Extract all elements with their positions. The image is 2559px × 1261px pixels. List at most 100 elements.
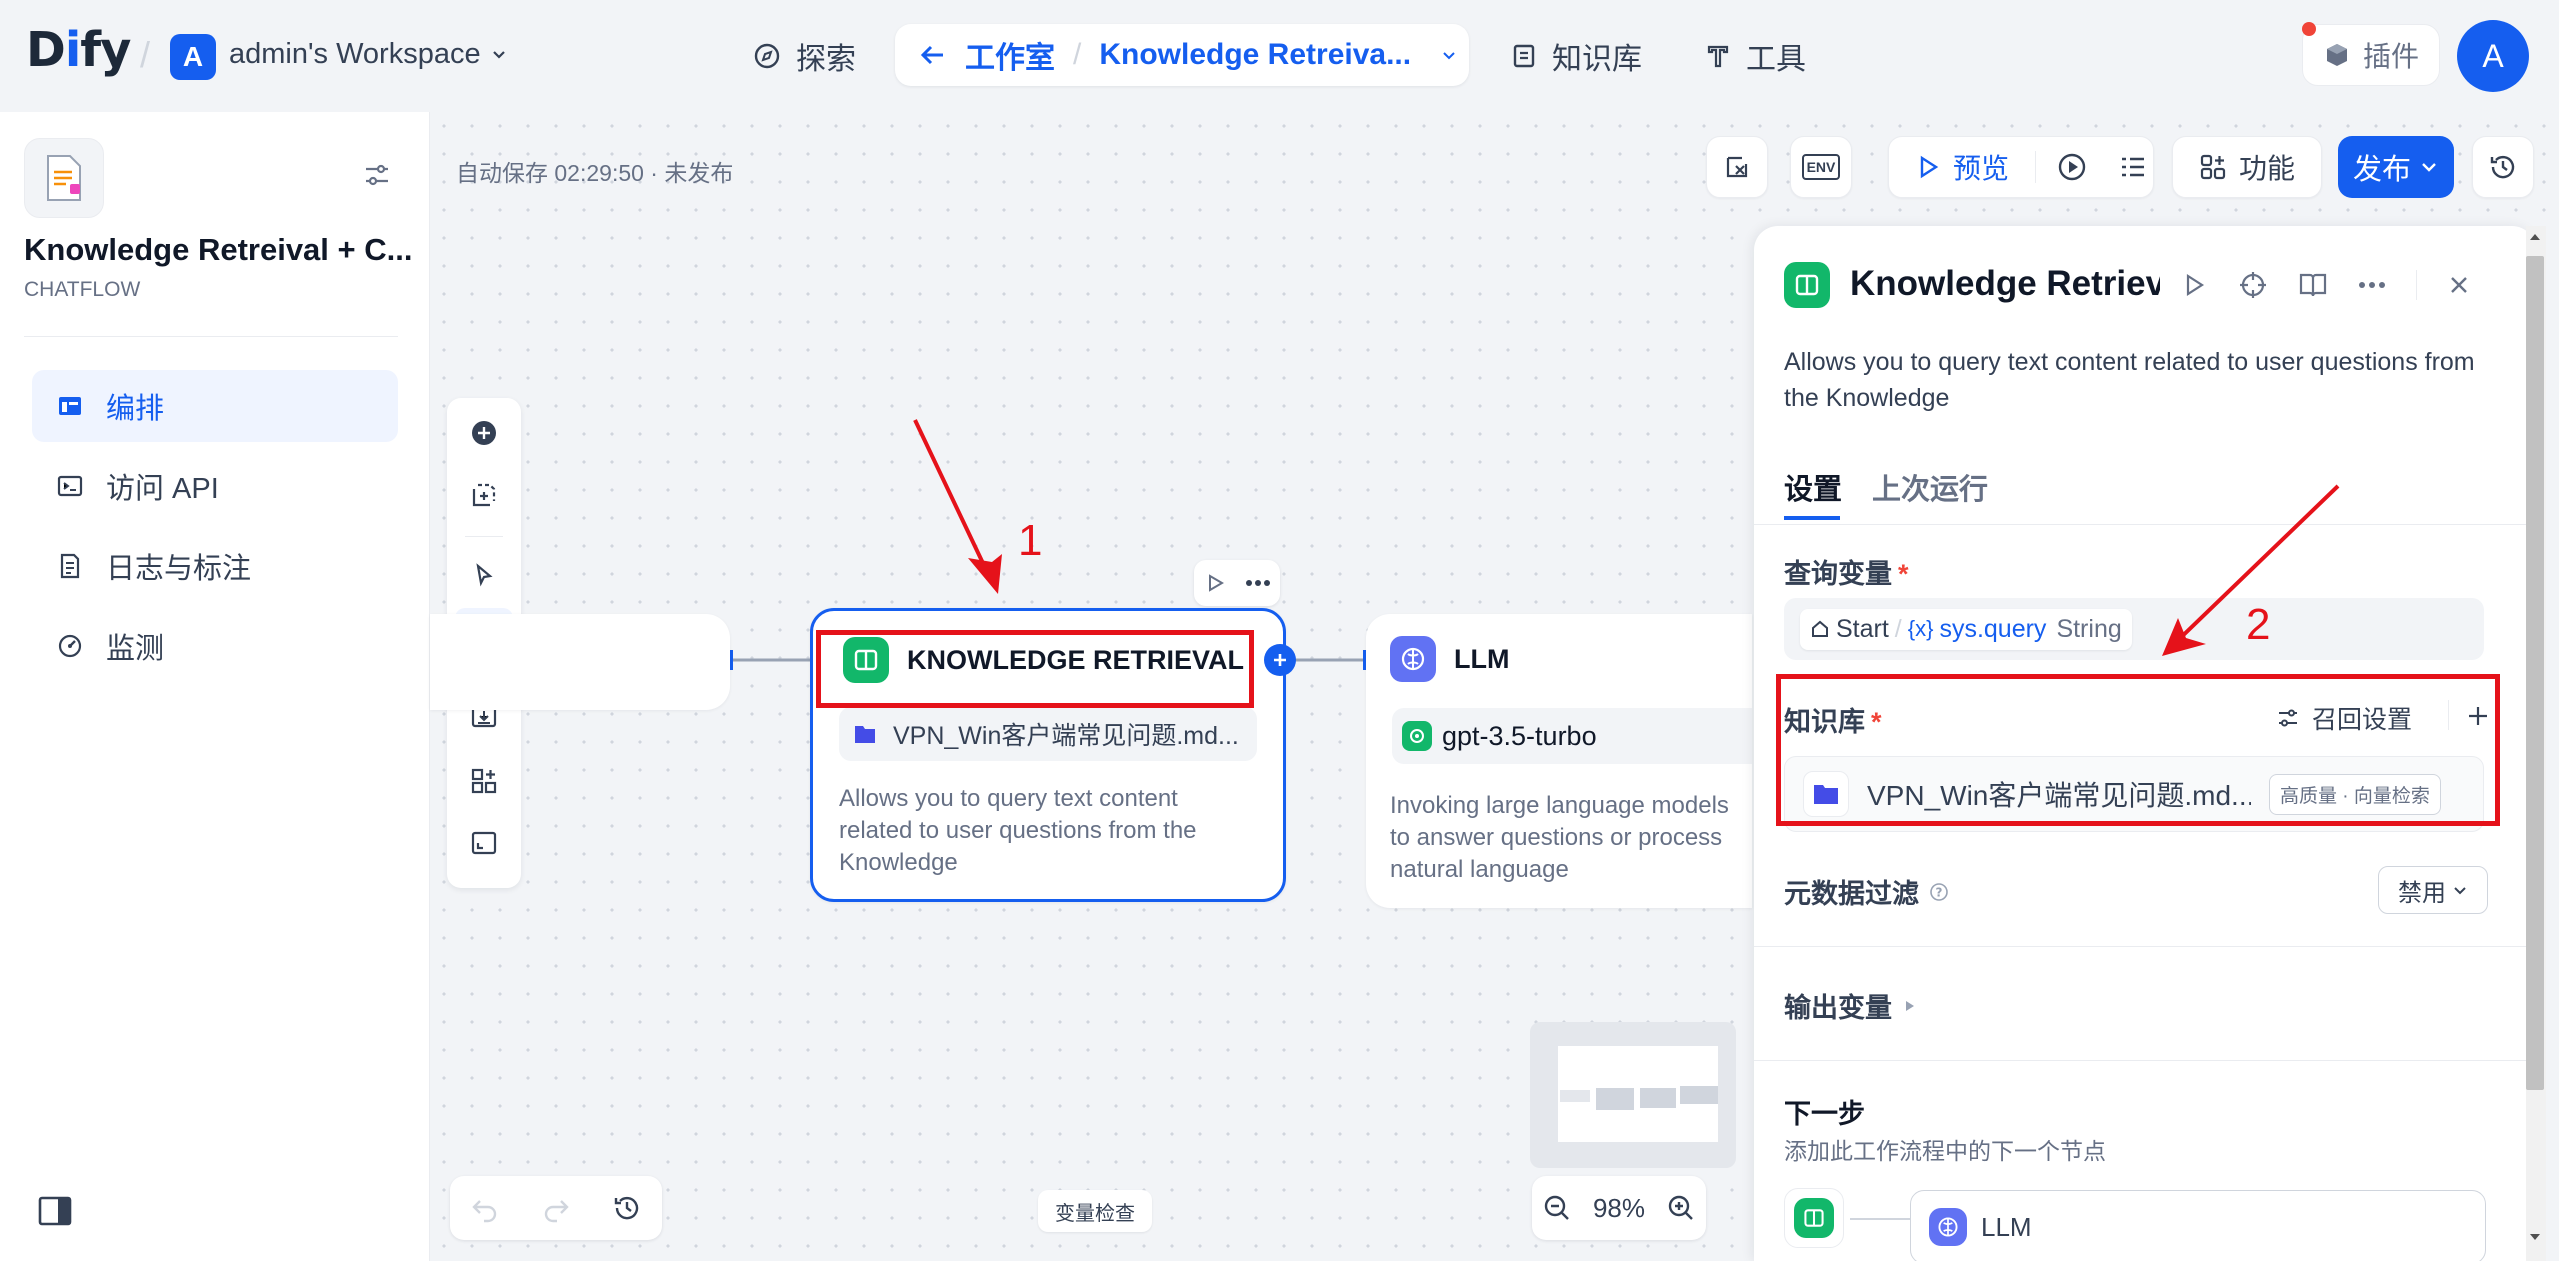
- node-config-panel: Knowledge Retriev Allows you to query te…: [1754, 226, 2536, 1261]
- metadata-filter-label: 元数据过滤 ?: [1784, 872, 1949, 911]
- divider: [465, 536, 503, 537]
- zoom-in-icon[interactable]: [1666, 1193, 1696, 1223]
- undo-icon[interactable]: [470, 1193, 500, 1223]
- breadcrumb-separator: /: [140, 34, 151, 75]
- workspace-switcher[interactable]: admin's Workspace: [229, 38, 509, 71]
- zoom-level[interactable]: 98%: [1593, 1193, 1645, 1224]
- nav-studio[interactable]: 工作室: [965, 33, 1055, 77]
- crosshair-icon[interactable]: [2238, 270, 2268, 300]
- sidebar-item-orchestrate[interactable]: 编排: [32, 370, 398, 442]
- help-icon[interactable]: ?: [1929, 882, 1949, 902]
- workspace-name: admin's Workspace: [229, 38, 481, 70]
- nav-explore[interactable]: 探索: [752, 30, 856, 82]
- sidebar-settings-icon[interactable]: [362, 160, 392, 195]
- variable-chip: Start / {x} sys.query String: [1800, 608, 2132, 650]
- run-node-icon[interactable]: [2182, 272, 2208, 298]
- run-node-icon[interactable]: [1204, 572, 1226, 594]
- scroll-down-icon[interactable]: [2526, 1228, 2544, 1246]
- minimap-node: [1596, 1088, 1634, 1110]
- annotation-arrow-1: [913, 419, 1002, 594]
- annotation-number-1: 1: [1018, 516, 1043, 565]
- workspace-avatar[interactable]: A: [170, 34, 216, 80]
- variable-icon: {x}: [1907, 616, 1934, 641]
- organize-nodes-icon[interactable]: [459, 756, 509, 806]
- app-icon: [24, 138, 104, 218]
- terminal-icon: [57, 475, 83, 497]
- nav-studio-breadcrumb[interactable]: 工作室 / Knowledge Retreiva...: [895, 24, 1469, 86]
- minimap[interactable]: [1530, 1022, 1736, 1168]
- next-node-llm[interactable]: LLM: [1910, 1190, 2486, 1261]
- llm-node[interactable]: LLM gpt-3.5-turbo Invoking large languag…: [1366, 614, 1752, 908]
- add-next-node-icon[interactable]: [1264, 644, 1296, 676]
- query-variable-label: 查询变量 *: [1784, 559, 1909, 589]
- zoom-controls: 98%: [1532, 1176, 1706, 1240]
- output-variables-toggle[interactable]: 输出变量: [1784, 986, 1916, 1025]
- metadata-filter-select[interactable]: 禁用: [2378, 866, 2488, 914]
- sidebar-item-logs[interactable]: 日志与标注: [32, 530, 398, 602]
- tab-last-run[interactable]: 上次运行: [1872, 466, 1988, 508]
- knowledge-book-icon: [1784, 262, 1830, 308]
- sidebar-item-monitor[interactable]: 监测: [32, 610, 398, 682]
- tab-settings[interactable]: 设置: [1784, 466, 1842, 508]
- list-check-icon[interactable]: [2118, 152, 2148, 182]
- env-button[interactable]: ENV: [1790, 136, 1852, 198]
- checklist-button[interactable]: [1706, 136, 1768, 198]
- layout-icon: [59, 397, 81, 415]
- start-node[interactable]: [430, 614, 730, 710]
- preview-toolbar: 预览: [1888, 136, 2154, 198]
- chevron-down-icon: [2454, 887, 2466, 895]
- fullscreen-icon[interactable]: [459, 818, 509, 868]
- play-icon: [1920, 155, 1939, 179]
- redo-icon[interactable]: [541, 1193, 571, 1223]
- collapse-sidebar-icon[interactable]: [38, 1196, 72, 1231]
- user-avatar[interactable]: A: [2457, 20, 2529, 92]
- version-history-button[interactable]: [2472, 136, 2534, 198]
- gauge-icon: [58, 634, 82, 658]
- nav-tools[interactable]: 工具: [1704, 30, 1806, 82]
- sidebar-item-api[interactable]: 访问 API: [32, 450, 398, 522]
- plugins-button[interactable]: 插件: [2302, 24, 2440, 86]
- close-icon[interactable]: [2447, 273, 2471, 297]
- divider: [1754, 946, 2536, 947]
- publish-button[interactable]: 发布: [2338, 136, 2454, 198]
- home-icon: [1812, 620, 1828, 637]
- app-sidebar: Knowledge Retreival + C... CHATFLOW 编排 访…: [0, 112, 430, 1261]
- tab-active-indicator: [1784, 516, 1840, 520]
- chevron-down-icon[interactable]: [1439, 45, 1459, 65]
- current-app-name[interactable]: Knowledge Retreiva...: [1099, 38, 1411, 72]
- query-variable-selector[interactable]: Start / {x} sys.query String: [1784, 598, 2484, 660]
- openai-icon: [1402, 721, 1432, 751]
- pointer-icon[interactable]: [459, 550, 509, 600]
- preview-button[interactable]: 预览: [1953, 147, 2009, 187]
- scroll-up-icon[interactable]: [2526, 228, 2544, 246]
- add-note-icon[interactable]: [459, 470, 509, 520]
- app-title: Knowledge Retreival + C...: [24, 232, 413, 267]
- nav-knowledge[interactable]: 知识库: [1510, 30, 1642, 82]
- zoom-out-icon[interactable]: [1542, 1193, 1572, 1223]
- cube-icon: [2326, 44, 2347, 66]
- node-description: Invoking large language models to answer…: [1390, 792, 1729, 883]
- variable-inspect-button[interactable]: 变量检查: [1038, 1190, 1152, 1232]
- tool-icon: [1707, 45, 1729, 68]
- notification-dot: [2302, 22, 2316, 36]
- history-icon[interactable]: [612, 1193, 642, 1223]
- next-step-label: 下一步: [1784, 1099, 1865, 1129]
- more-icon[interactable]: [1245, 579, 1271, 587]
- top-navigation-bar: Dify / A admin's Workspace 探索 工作室 / Know…: [0, 0, 2559, 112]
- model-chip: gpt-3.5-turbo: [1392, 708, 1752, 764]
- autosave-status: 自动保存 02:29:50 · 未发布: [456, 160, 734, 186]
- folder-icon: [855, 726, 875, 743]
- history-run-icon[interactable]: [2056, 151, 2088, 183]
- scrollbar-thumb[interactable]: [2526, 256, 2544, 1090]
- panel-title[interactable]: Knowledge Retriev: [1850, 264, 2160, 304]
- arrow-left-icon: [920, 45, 943, 65]
- dify-logo[interactable]: Dify: [26, 22, 131, 78]
- more-icon[interactable]: [2358, 281, 2386, 289]
- panel-actions: [2182, 270, 2471, 300]
- book-open-icon[interactable]: [2298, 271, 2328, 299]
- add-node-icon[interactable]: [459, 408, 509, 458]
- knowledge-book-icon: [1794, 1198, 1834, 1238]
- minimap-node: [1680, 1086, 1718, 1104]
- features-button[interactable]: 功能: [2172, 136, 2322, 198]
- breadcrumb-separator: /: [1073, 38, 1082, 71]
